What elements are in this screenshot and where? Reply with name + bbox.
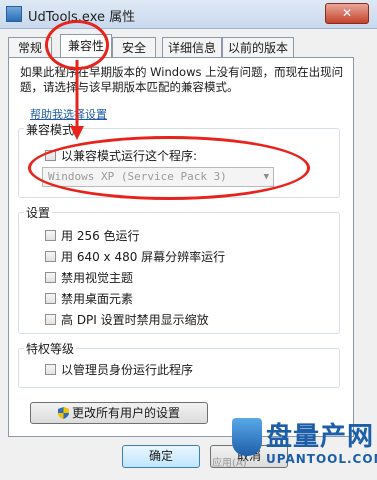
tab-security[interactable]: 安全 xyxy=(112,37,156,57)
annotation-circle-compat xyxy=(28,136,310,200)
watermark: 盘量产网 UPANTOOL.COM xyxy=(232,414,377,480)
tab-previous-versions[interactable]: 以前的版本 xyxy=(222,37,294,57)
run-as-admin-label: 以管理员身份运行此程序 xyxy=(61,363,194,377)
setting-checkbox-desktop-composition[interactable] xyxy=(45,293,56,304)
change-all-users-label: 更改所有用户的设置 xyxy=(71,406,180,420)
run-as-admin-checkbox[interactable] xyxy=(45,364,56,375)
tab-details[interactable]: 详细信息 xyxy=(162,37,222,57)
setting-checkbox-visual-themes[interactable] xyxy=(45,272,56,283)
settings-legend: 设置 xyxy=(24,204,53,221)
setting-checkbox-256-color[interactable] xyxy=(45,230,56,241)
privilege-legend: 特权等级 xyxy=(24,340,77,357)
app-icon xyxy=(6,6,22,22)
setting-label: 禁用桌面元素 xyxy=(61,292,134,306)
setting-label: 高 DPI 设置时禁用显示缩放 xyxy=(61,313,209,327)
setting-checkbox-640x480[interactable] xyxy=(45,251,56,262)
setting-label: 用 640 x 480 屏幕分辨率运行 xyxy=(61,250,226,264)
change-all-users-button[interactable]: 更改所有用户的设置 xyxy=(30,402,208,424)
setting-label: 用 256 色运行 xyxy=(61,229,140,243)
setting-checkbox-dpi-scaling[interactable] xyxy=(45,314,56,325)
ok-button[interactable]: 确定 xyxy=(122,445,200,468)
watermark-logo-icon xyxy=(232,418,262,456)
compat-description: 如果此程序在早期版本的 Windows 上没有问题，而现在出现问题，请选择与该早… xyxy=(20,65,344,94)
setting-label: 禁用视觉主题 xyxy=(61,271,134,285)
compat-mode-legend: 兼容模式 xyxy=(24,121,77,138)
shield-icon xyxy=(57,407,69,419)
watermark-url: UPANTOOL.COM xyxy=(266,452,377,466)
help-link[interactable]: 帮助我选择设置 xyxy=(30,106,107,122)
annotation-arrow-icon xyxy=(70,60,84,140)
watermark-title: 盘量产网 xyxy=(266,422,375,452)
close-button[interactable]: ✕ xyxy=(325,3,369,24)
